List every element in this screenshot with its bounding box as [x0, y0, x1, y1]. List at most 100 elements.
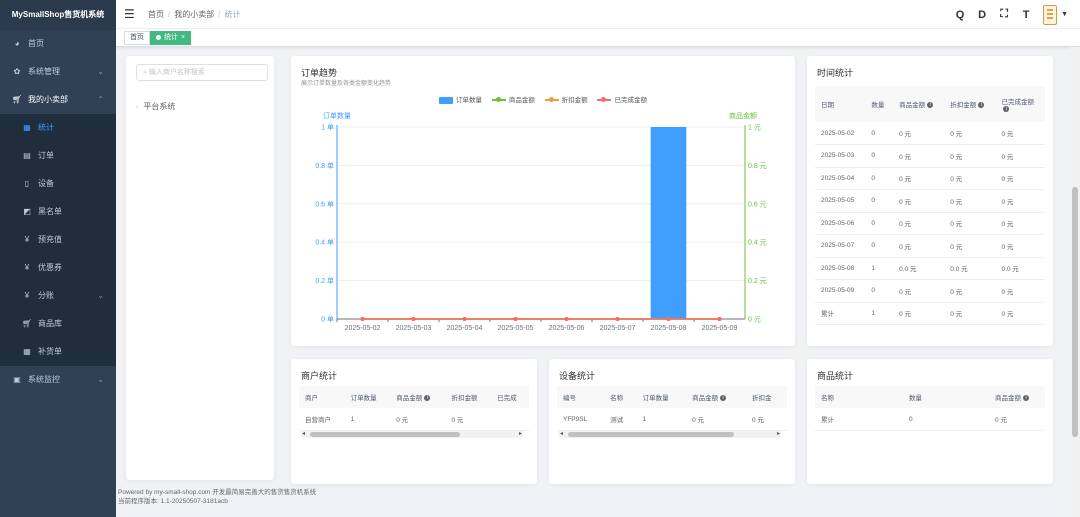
table-cell: 0 元 [995, 279, 1045, 303]
tag-statistics[interactable]: 统计 × [150, 31, 192, 45]
device-stats-panel: 设备统计 编号 名称 订单数量 商品金额 i 折扣金 YFP9SL 测试 1 0 … [549, 359, 795, 484]
table-row: 自营商户 1 0 元 0 元 [299, 408, 529, 431]
footer-version: 当前程序版本: 1.1-20250507-3181acb [118, 498, 228, 505]
scroll-left-icon[interactable]: ◂ [560, 430, 563, 437]
hamburger-menu-icon[interactable]: ☰ [124, 7, 135, 21]
yen-icon: ¥ [24, 235, 30, 244]
page-footer: Powered by my-small-shop.com 开发最简易完善大的售货… [118, 488, 316, 506]
y-tick-label-left: 1 单 [321, 123, 334, 132]
table-cell: 0 元 [995, 234, 1045, 258]
docs-icon[interactable]: D [971, 9, 993, 21]
y-tick-label-right: 1 元 [748, 124, 761, 132]
breadcrumb-item-my-shop[interactable]: 我的小卖部 [174, 10, 214, 19]
device-icon: ▯ [24, 179, 30, 188]
table-cell: 0.0 元 [893, 257, 945, 280]
table-cell: 0 元 [944, 189, 996, 213]
close-icon[interactable]: × [181, 34, 185, 41]
table-row: 累计 1 0 元0 元0 元 [815, 302, 1045, 325]
order-trend-panel: 订单趋势 展示订单数量及各类金额变化趋势 订单数量 商品金额 折扣金额 已完成金… [291, 56, 795, 346]
series-point [513, 317, 518, 321]
horizontal-scrollbar[interactable]: ◂ ▸ [301, 431, 523, 438]
table-cell: 2025-05-03 [815, 144, 866, 168]
chevron-down-icon: ⌄ [97, 375, 104, 384]
avatar[interactable] [1043, 4, 1058, 25]
sidebar-item-home[interactable]: ◕ 首页 [0, 30, 116, 58]
product-stats-panel: 商品统计 名称 数量 商品金额 i 累计 0 0 元 [807, 359, 1053, 484]
order-trend-chart: 0 单 0 元 0.2 单 0.2 元 0.4 单 0.4 元 0.6 单 0.6 元 0.8 … [315, 111, 767, 332]
y-tick-label-right: 0.2 元 [748, 277, 767, 285]
cart-icon: 🛒︎ [12, 95, 23, 104]
x-tick-label: 2025-05-07 [600, 325, 636, 332]
time-stats-table: 日期 数量 商品金额 i 折扣金额 i 已完成金额 i 2025-05-02 0 0 元0… [815, 86, 1045, 325]
table-cell: 0 [865, 144, 894, 168]
table-cell: 0.0 元 [995, 257, 1045, 280]
chevron-up-icon: ⌃ [97, 95, 104, 104]
dashboard-icon: ◕ [14, 39, 20, 48]
cart-icon: 🛒︎ [22, 319, 33, 328]
table-cell: 0 元 [995, 144, 1045, 168]
scroll-right-icon[interactable]: ▸ [777, 430, 780, 437]
top-navbar: ☰ 首页 / 我的小卖部 / 统计 Q D ⛶ T ▼ [116, 0, 1080, 29]
scroll-right-icon[interactable]: ▸ [519, 430, 522, 437]
col-header-product-amount: 商品金额 i [989, 386, 1045, 408]
merchant-search-input[interactable]: ⌕ 输入商户名称搜索 [136, 64, 268, 81]
table-cell: 2025-05-04 [815, 167, 866, 190]
time-stats-table-wrap: 日期 数量 商品金额 i 折扣金额 i 已完成金额 i 2025-05-02 0 0 元0… [815, 86, 1045, 336]
table-cell: 0 元 [944, 167, 996, 190]
series-point [360, 317, 365, 321]
footer-powered-by: Powered by my-small-shop.com 开发最简易完善大的售货… [118, 489, 317, 496]
table-cell: 0 元 [995, 212, 1045, 235]
table-cell: 1 [865, 257, 894, 280]
sidebar-item-my-shop[interactable]: 🛒︎ 我的小卖部 ⌃ [0, 86, 116, 114]
scrollbar-thumb[interactable] [568, 432, 734, 437]
sidebar-item-profit-sharing[interactable]: ¥ 分账 ⌄ [0, 282, 116, 310]
y-tick-label-left: 0 单 [321, 315, 334, 324]
table-cell: 0 元 [893, 189, 945, 213]
sidebar-item-restock[interactable]: ▦ 补货单 [0, 338, 116, 366]
table-cell: 0 [865, 122, 894, 145]
breadcrumb-item-home[interactable]: 首页 [148, 10, 164, 19]
chart-icon: ▦ [23, 123, 31, 132]
table-cell: 0 元 [893, 234, 945, 258]
horizontal-scrollbar[interactable]: ◂ ▸ [559, 431, 781, 438]
table-row: 累计 0 0 元 [815, 408, 1045, 431]
device-stats-title: 设备统计 [559, 371, 596, 381]
chevron-down-icon: ⌄ [97, 67, 104, 76]
blacklist-icon: ◩ [23, 207, 31, 216]
info-icon: i [1023, 395, 1029, 402]
table-cell: 0 元 [893, 167, 945, 190]
sidebar-item-statistics[interactable]: ▦ 统计 [0, 114, 116, 142]
series-point [717, 317, 722, 321]
table-cell: 0 元 [893, 144, 945, 168]
scrollbar-thumb[interactable] [310, 432, 460, 437]
series-point [666, 317, 671, 321]
page-vertical-scrollbar[interactable] [1070, 47, 1080, 517]
table-cell: 2025-05-02 [815, 122, 866, 145]
sidebar-item-product-library[interactable]: 🛒︎ 商品库 [0, 310, 116, 338]
sidebar-item-system-management[interactable]: ✿ 系统管理 ⌄ [0, 58, 116, 86]
sidebar-item-blacklist[interactable]: ◩ 黑名单 [0, 198, 116, 226]
sidebar-item-coupons[interactable]: ¥ 优惠券 [0, 254, 116, 282]
x-tick-label: 2025-05-03 [396, 325, 432, 332]
caret-down-icon[interactable]: ▼ [1061, 11, 1068, 18]
sidebar-item-orders[interactable]: ▤ 订单 [0, 142, 116, 170]
font-size-icon[interactable]: T [1015, 9, 1037, 21]
info-icon: i [720, 395, 727, 402]
y-tick-label-left: 0.6 单 [315, 199, 334, 208]
sidebar-item-system-monitor[interactable]: ▣ 系统监控 ⌄ [0, 366, 116, 394]
search-icon[interactable]: Q [949, 9, 971, 21]
sidebar-item-prepaid[interactable]: ¥ 预充值 [0, 226, 116, 254]
bar [650, 127, 687, 319]
device-stats-table: 编号 名称 订单数量 商品金额 i 折扣金 YFP9SL 测试 1 0 元 0 元 [557, 386, 787, 431]
scroll-left-icon[interactable]: ◂ [302, 430, 305, 437]
table-cell: 0 [865, 279, 894, 303]
sidebar-item-devices[interactable]: ▯ 设备 [0, 170, 116, 198]
col-header-order-count: 订单数量 [636, 386, 687, 408]
tree-node-platform[interactable]: › 平台系统 [136, 101, 175, 112]
scrollbar-thumb[interactable] [1072, 187, 1078, 437]
tag-home[interactable]: 首页 [124, 31, 150, 45]
fullscreen-icon[interactable]: ⛶ [993, 8, 1015, 21]
col-header-completed-amount: 已完成金额 i [995, 86, 1045, 122]
y-axis-title-right: 商品金额 [729, 111, 757, 120]
col-header-quantity: 数量 [903, 386, 989, 408]
